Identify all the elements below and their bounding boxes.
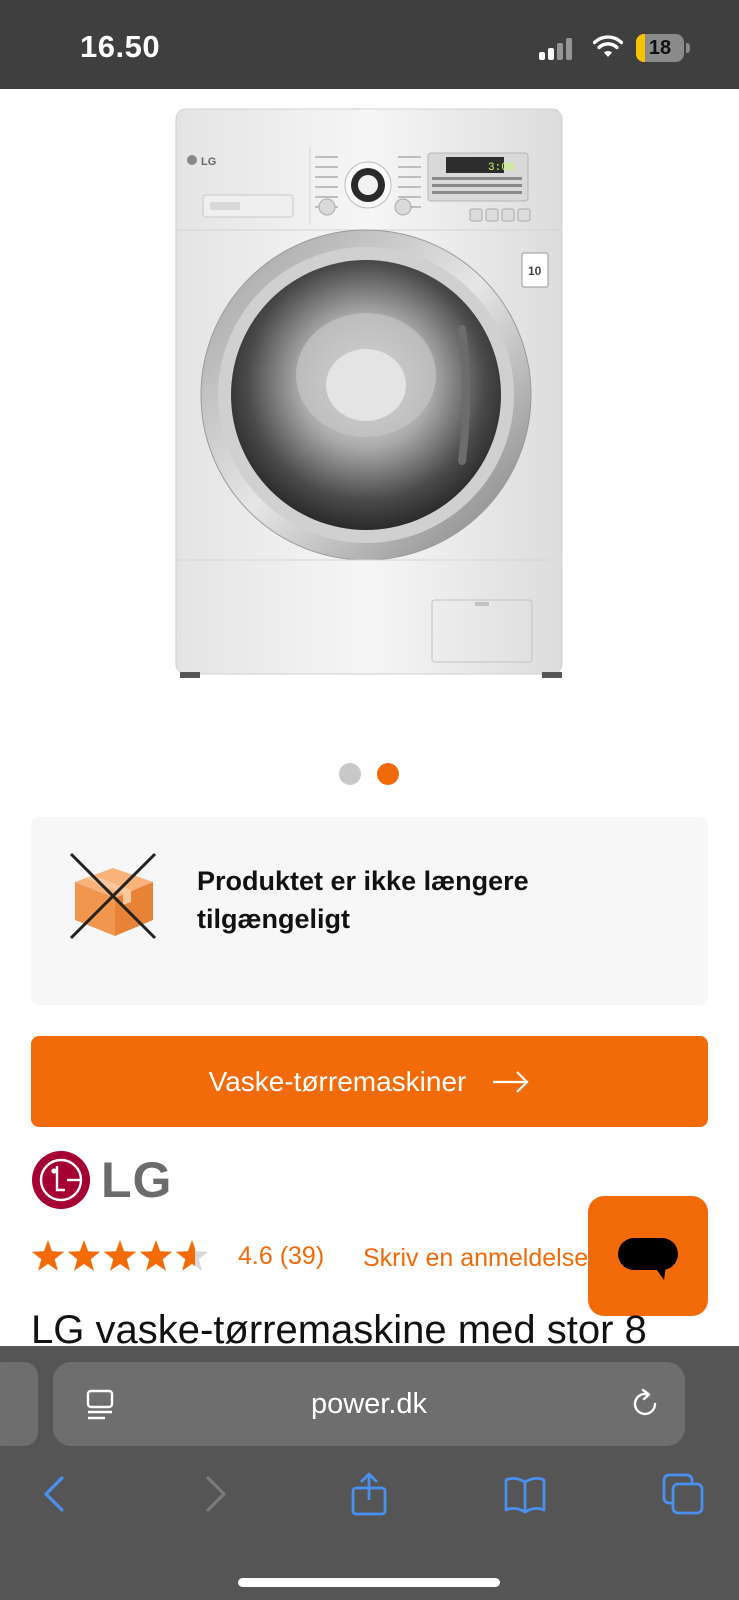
carousel-dot-1[interactable] [339,763,361,785]
url-text: power.dk [310,1388,428,1420]
chat-button[interactable] [588,1196,708,1316]
star-icon [103,1240,137,1271]
home-indicator [238,1578,500,1587]
unavailable-text: Produktet er ikke længere tilgængeligt [197,866,529,934]
arrow-right-icon [493,1070,529,1093]
product-image[interactable]: LG 3:00 10 [170,105,570,700]
battery-icon: 18 [636,34,690,62]
brand-name: LG [101,1152,173,1208]
svg-text:3:00: 3:00 [488,162,514,174]
crossed-box-icon [69,852,157,940]
rating-value[interactable]: 4.6 (39) [238,1242,324,1271]
cellular-signal-icon [539,38,575,60]
reload-icon[interactable] [629,1388,661,1420]
status-time: 16.50 [80,29,161,64]
lg-face-logo-icon [32,1151,90,1209]
svg-text:10: 10 [528,264,542,278]
rating-row: 4.6 (39) Skriv en anmeldelse [31,1236,591,1276]
back-icon[interactable] [34,1472,78,1516]
unavailable-notice: Produktet er ikke længere tilgængeligt [31,817,708,1005]
wifi-icon [593,35,623,57]
brand-logo[interactable]: LG [31,1150,172,1210]
product-title: LG vaske-tørremaskine med stor 8 [31,1308,647,1346]
battery-level: 18 [648,37,672,59]
tabs-icon[interactable] [661,1472,705,1516]
share-icon[interactable] [347,1472,391,1516]
address-bar[interactable]: power.dk [53,1362,685,1446]
chat-bubble-icon [618,1238,678,1280]
bookmarks-icon[interactable] [503,1472,547,1516]
svg-text:LG: LG [201,156,216,168]
carousel-dot-2-active[interactable] [377,763,399,785]
star-icon [139,1240,173,1271]
star-rating [31,1240,209,1271]
star-icon [67,1240,101,1271]
write-review-link[interactable]: Skriv en anmeldelse [363,1244,591,1273]
status-bar: 16.50 18 [0,0,739,89]
category-button-label: Vaske-tørremaskiner [208,1065,467,1097]
star-icon [175,1240,209,1271]
previous-tab[interactable] [0,1362,38,1446]
category-button[interactable]: Vaske-tørremaskiner [31,1036,708,1127]
star-icon [31,1240,65,1271]
forward-icon[interactable] [192,1472,236,1516]
